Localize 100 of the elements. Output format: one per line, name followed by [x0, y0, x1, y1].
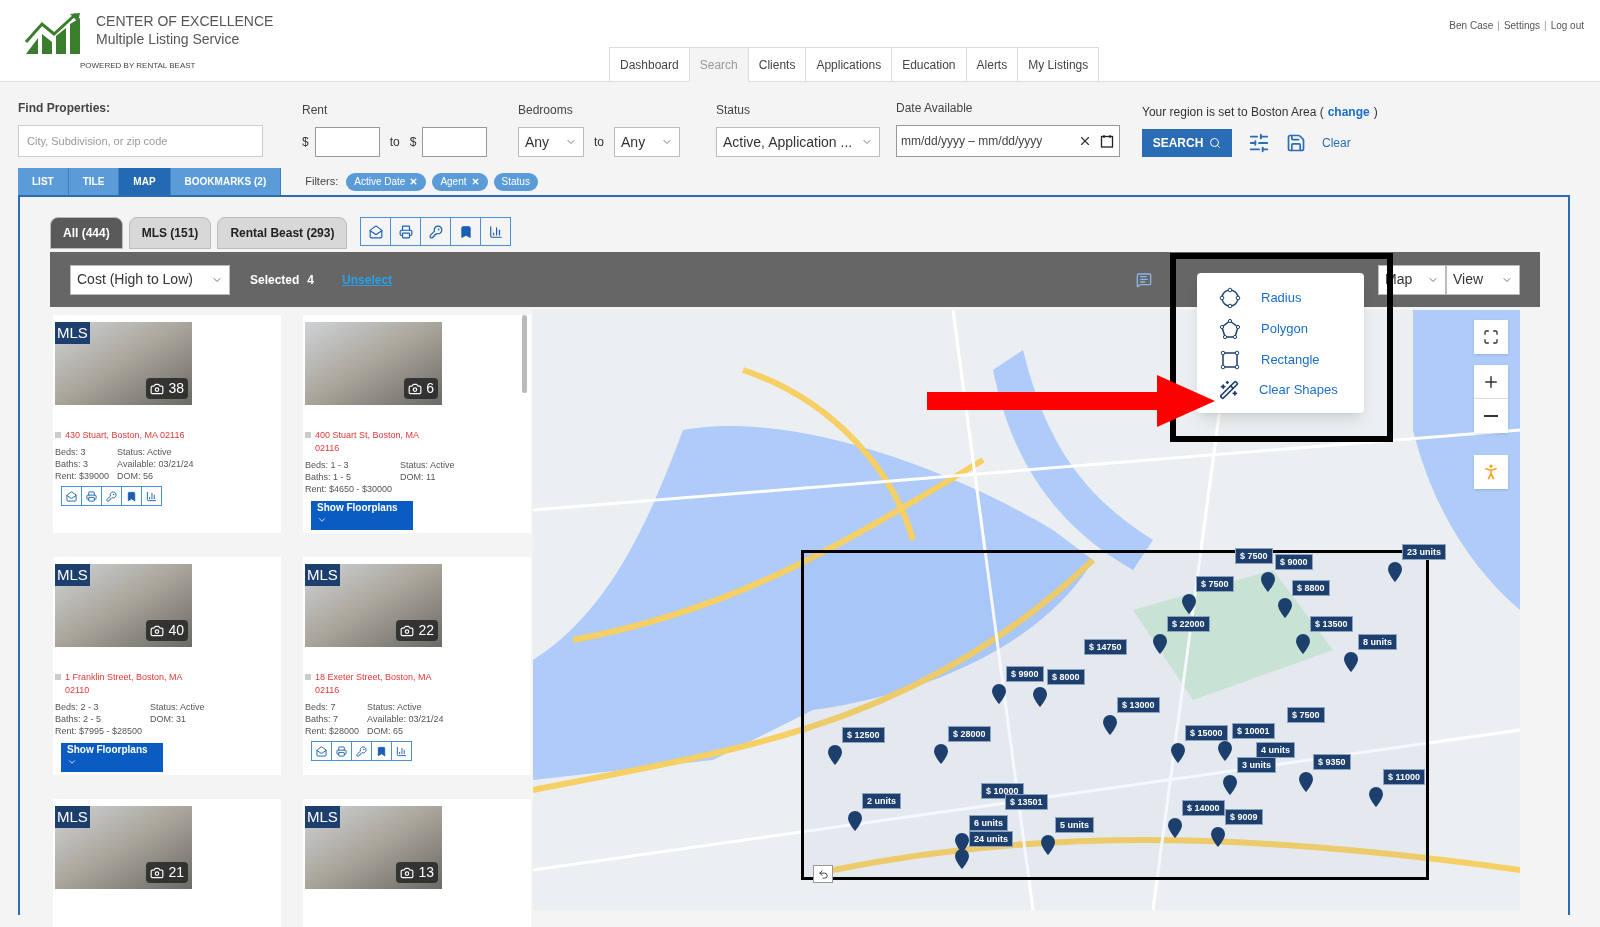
- select-checkbox[interactable]: [305, 432, 311, 438]
- listing-address[interactable]: 18 Exeter Street, Boston, MA 02116: [315, 671, 445, 697]
- map-pin-icon[interactable]: [1369, 787, 1383, 807]
- save-icon[interactable]: [1286, 133, 1306, 153]
- fullscreen-button[interactable]: [1474, 320, 1508, 354]
- printer-button[interactable]: [390, 217, 422, 246]
- map-pin-icon[interactable]: [1299, 772, 1313, 792]
- price-marker[interactable]: $ 13000: [1117, 697, 1160, 713]
- price-marker[interactable]: $ 22000: [1167, 616, 1210, 632]
- draw-menu-item[interactable]: Polygon: [1219, 317, 1364, 340]
- user-link[interactable]: Log out: [1550, 18, 1584, 33]
- max-rent-field[interactable]: [422, 127, 488, 157]
- map-pin-icon[interactable]: [1171, 743, 1185, 763]
- map-pin-icon[interactable]: [955, 849, 969, 869]
- mail-button[interactable]: [360, 217, 392, 246]
- map-pin-icon[interactable]: [1278, 598, 1292, 618]
- map-pin-icon[interactable]: [1182, 594, 1196, 614]
- price-marker[interactable]: $ 9009: [1225, 809, 1263, 825]
- map-pin-icon[interactable]: [1211, 827, 1225, 847]
- price-marker[interactable]: $ 8000: [1047, 669, 1085, 685]
- filter-sliders-icon[interactable]: [1248, 132, 1270, 154]
- price-marker[interactable]: $ 10001: [1232, 723, 1275, 739]
- price-marker[interactable]: $ 7500: [1287, 707, 1325, 723]
- price-marker[interactable]: 3 units: [1237, 757, 1276, 773]
- select-checkbox[interactable]: [305, 674, 311, 680]
- price-marker[interactable]: 6 units: [969, 815, 1008, 831]
- printer-button[interactable]: [81, 486, 102, 506]
- status-select[interactable]: Active, Application ...: [716, 127, 880, 157]
- bookmark-button[interactable]: [121, 486, 142, 506]
- price-marker[interactable]: $ 11000: [1383, 769, 1426, 785]
- listing-address[interactable]: 400 Stuart St, Boston, MA 02116: [315, 429, 445, 455]
- listing-address[interactable]: 1 Franklin Street, Boston, MA 02110: [65, 671, 195, 697]
- view-tab[interactable]: MAP: [119, 168, 171, 195]
- clear-icon[interactable]: [1078, 134, 1092, 148]
- user-link[interactable]: Settings: [1503, 18, 1540, 33]
- min-rent-field[interactable]: [314, 127, 380, 157]
- remove-icon[interactable]: [409, 177, 419, 186]
- price-marker[interactable]: $ 9350: [1313, 754, 1351, 770]
- map-pin-icon[interactable]: [992, 684, 1006, 704]
- mail-button[interactable]: [311, 741, 332, 761]
- draw-menu-item[interactable]: Rectangle: [1219, 348, 1364, 371]
- show-floorplans-button[interactable]: Show Floorplans: [311, 501, 413, 530]
- map-pin-icon[interactable]: [1168, 818, 1182, 838]
- price-marker[interactable]: $ 12500: [842, 727, 885, 743]
- price-marker[interactable]: 4 units: [1256, 742, 1295, 758]
- location-search-field[interactable]: City, Subdivision, or zip code: [18, 125, 263, 157]
- sort-select[interactable]: Cost (High to Low): [70, 264, 230, 295]
- bedrooms-max-select[interactable]: Any: [614, 127, 680, 157]
- show-floorplans-button[interactable]: Show Floorplans: [61, 743, 163, 772]
- nav-tab[interactable]: Clients: [747, 47, 807, 82]
- search-button[interactable]: SEARCH: [1142, 129, 1232, 157]
- view-select[interactable]: View: [1446, 264, 1520, 295]
- bedrooms-min-select[interactable]: Any: [518, 127, 584, 157]
- draw-menu-item[interactable]: Clear Shapes: [1219, 379, 1364, 400]
- source-tab[interactable]: All (444): [50, 217, 123, 249]
- bar-chart-button[interactable]: [391, 741, 412, 761]
- map-pin-icon[interactable]: [934, 744, 948, 764]
- price-marker[interactable]: 23 units: [1402, 544, 1446, 560]
- map-pin-icon[interactable]: [1223, 775, 1237, 795]
- remove-icon[interactable]: [470, 177, 480, 186]
- source-tab[interactable]: Rental Beast (293): [217, 217, 348, 249]
- select-checkbox[interactable]: [55, 674, 61, 680]
- price-marker[interactable]: $ 9900: [1006, 666, 1044, 682]
- bar-chart-button[interactable]: [141, 486, 162, 506]
- price-marker[interactable]: $ 7500: [1235, 548, 1273, 564]
- map-pin-icon[interactable]: [828, 745, 842, 765]
- bookmark-button[interactable]: [371, 741, 392, 761]
- map-pin-icon[interactable]: [1344, 652, 1358, 672]
- map-background[interactable]: [533, 310, 1520, 910]
- mail-button[interactable]: [61, 486, 82, 506]
- bookmark-button[interactable]: [450, 217, 482, 246]
- map-pin-icon[interactable]: [1041, 835, 1055, 855]
- select-checkbox[interactable]: [55, 432, 61, 438]
- comment-icon[interactable]: [1136, 271, 1152, 288]
- map-pin-icon[interactable]: [1261, 572, 1275, 592]
- map-pin-icon[interactable]: [1103, 715, 1117, 735]
- price-marker[interactable]: 5 units: [1055, 817, 1094, 833]
- draw-menu-item[interactable]: Radius: [1219, 286, 1364, 309]
- nav-tab[interactable]: Dashboard: [609, 47, 690, 82]
- price-marker[interactable]: 8 units: [1358, 634, 1397, 650]
- undo-button[interactable]: [813, 865, 833, 883]
- price-marker[interactable]: $ 7500: [1196, 576, 1234, 592]
- map-pin-icon[interactable]: [1153, 634, 1167, 654]
- scrollbar-thumb[interactable]: [522, 315, 527, 393]
- map-pin-icon[interactable]: [1296, 634, 1310, 654]
- clear-link[interactable]: Clear: [1322, 134, 1351, 152]
- key-button[interactable]: [351, 741, 372, 761]
- price-marker[interactable]: $ 14000: [1182, 800, 1225, 816]
- price-marker[interactable]: $ 8800: [1292, 580, 1330, 596]
- price-marker[interactable]: $ 14750: [1084, 639, 1127, 655]
- map-pin-icon[interactable]: [1218, 741, 1232, 761]
- price-marker[interactable]: $ 9000: [1275, 554, 1313, 570]
- map-pin-icon[interactable]: [1388, 562, 1402, 582]
- nav-tab[interactable]: My Listings: [1017, 47, 1100, 82]
- key-button[interactable]: [101, 486, 122, 506]
- price-marker[interactable]: $ 13501: [1005, 794, 1048, 810]
- printer-button[interactable]: [331, 741, 352, 761]
- source-tab[interactable]: MLS (151): [128, 217, 212, 249]
- user-link[interactable]: Ben Case: [1449, 18, 1494, 33]
- listing-address[interactable]: 430 Stuart, Boston, MA 02116: [65, 429, 195, 442]
